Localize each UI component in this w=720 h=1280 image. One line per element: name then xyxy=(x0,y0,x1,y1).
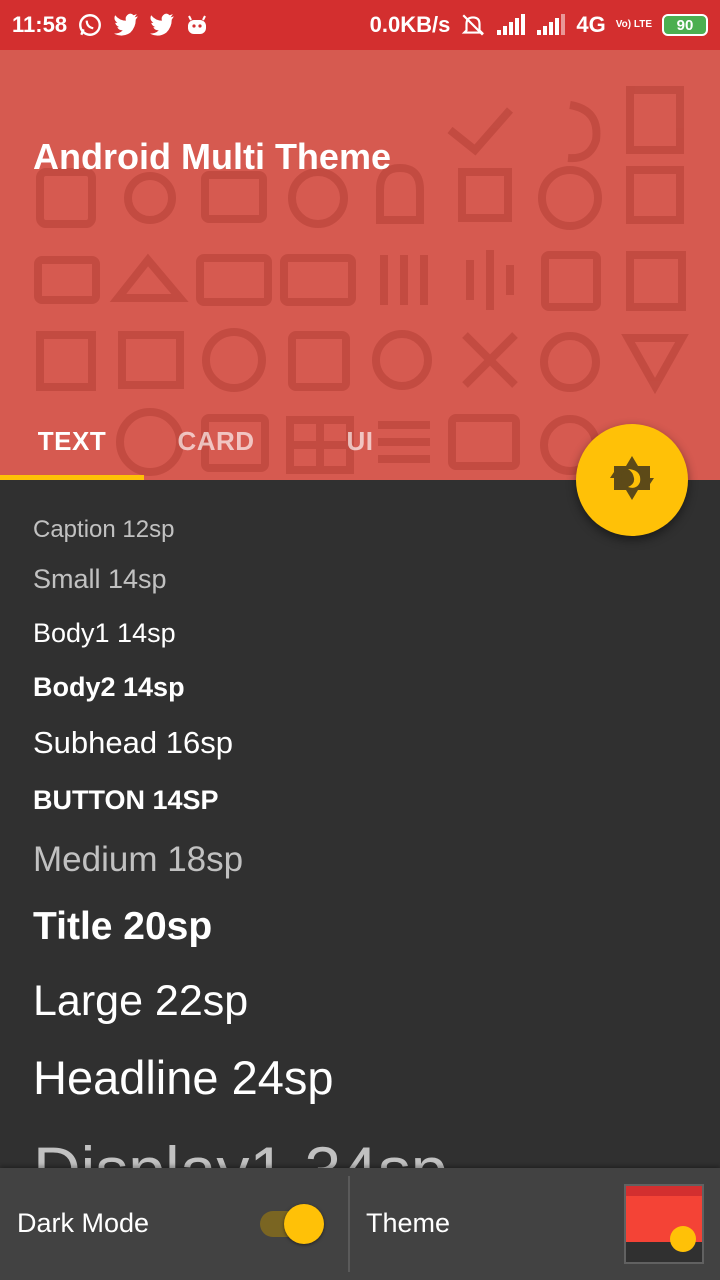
text-sample-subhead: Subhead 16sp xyxy=(33,725,233,760)
divider xyxy=(348,1176,350,1272)
text-sample-body2: Body2 14sp xyxy=(33,672,185,702)
text-sample-body1: Body1 14sp xyxy=(33,618,176,648)
swatch-primary-dark xyxy=(626,1186,702,1196)
theme-label: Theme xyxy=(366,1208,451,1238)
text-sample-button: BUTTON 14SP xyxy=(33,785,219,815)
theme-picker-swatch[interactable] xyxy=(624,1184,704,1264)
theme-toggle-fab[interactable] xyxy=(576,424,688,536)
battery-indicator: 90 xyxy=(662,14,708,36)
volte-badge: Vo) LTE xyxy=(615,19,652,30)
text-sample-title: Title 20sp xyxy=(33,905,213,948)
brightness-icon xyxy=(608,454,656,507)
swatch-accent xyxy=(670,1226,696,1252)
whatsapp-icon xyxy=(77,12,103,38)
text-sample-small: Small 14sp xyxy=(33,564,167,594)
twitter-icon xyxy=(149,13,175,37)
android-icon xyxy=(185,14,209,36)
text-sample-medium: Medium 18sp xyxy=(33,840,244,879)
text-sample-display1: Display1 34sp xyxy=(33,1132,448,1168)
twitter-icon xyxy=(113,13,139,37)
status-bar: 11:58 0.0KB/s 4G Vo) LTE 90 xyxy=(0,0,720,50)
network-type: 4G xyxy=(576,12,606,37)
text-sample-large: Large 22sp xyxy=(33,977,249,1025)
bottom-settings-bar: Dark Mode Theme xyxy=(0,1168,720,1280)
tab-text[interactable]: TEXT xyxy=(0,403,144,480)
tab-card[interactable]: CARD xyxy=(144,403,288,480)
app-bar: Android Multi Theme TEXT CARD UI xyxy=(0,50,720,480)
switch-thumb xyxy=(284,1204,324,1244)
clock: 11:58 xyxy=(12,12,68,37)
tab-ui[interactable]: UI xyxy=(288,403,432,480)
text-sample-caption: Caption 12sp xyxy=(33,516,175,543)
dark-mode-label: Dark Mode xyxy=(17,1208,150,1238)
signal-icon xyxy=(536,14,566,36)
text-styles-list: Caption 12sp Small 14sp Body1 14sp Body2… xyxy=(0,480,720,1168)
signal-icon xyxy=(496,14,526,36)
alarm-off-icon xyxy=(460,12,486,38)
app-title: Android Multi Theme xyxy=(33,136,391,177)
text-sample-headline: Headline 24sp xyxy=(33,1051,334,1104)
dark-mode-switch[interactable] xyxy=(260,1204,324,1244)
network-speed: 0.0KB/s xyxy=(369,12,451,37)
